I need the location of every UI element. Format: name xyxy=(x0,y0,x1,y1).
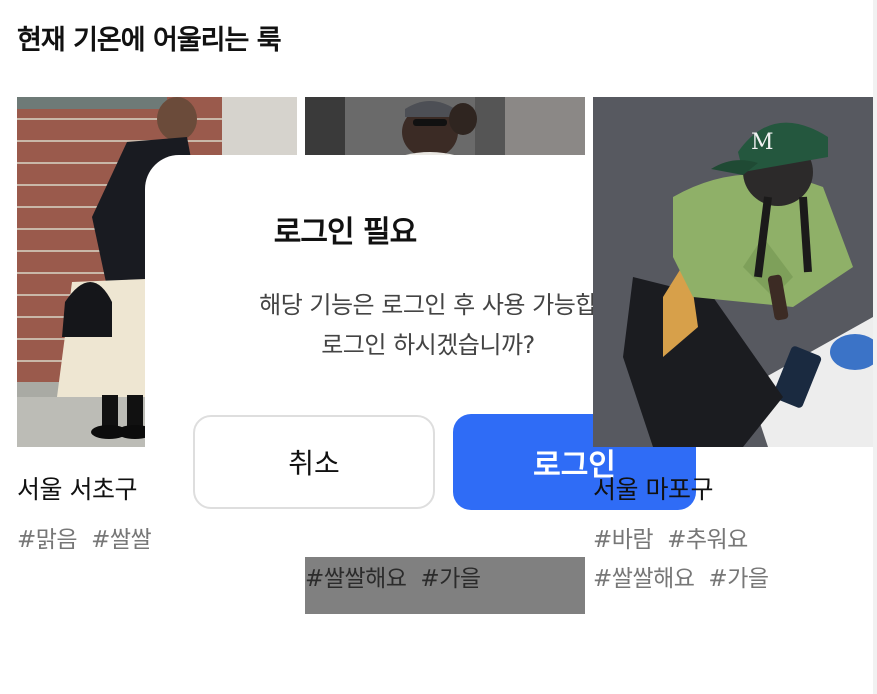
modal-message-line-1: 해당 기능은 로그인 후 사용 가능합 xyxy=(259,291,597,319)
tag[interactable]: #가을 xyxy=(420,566,481,592)
cancel-button[interactable]: 취소 xyxy=(193,415,435,509)
svg-text:M: M xyxy=(751,130,774,155)
look-card-3-tags-row-1: #바람 #추워요 xyxy=(593,520,762,554)
tag[interactable]: #맑음 xyxy=(17,527,78,553)
section-title: 현재 기온에 어울리는 룩 xyxy=(17,25,282,56)
look-card-3-location: 서울 마포구 xyxy=(593,475,713,504)
tag[interactable]: #쌀쌀해요 xyxy=(593,566,695,592)
look-card-1-location: 서울 서초구 xyxy=(17,475,137,504)
scrollbar-track xyxy=(873,0,877,694)
tag[interactable]: #추워요 xyxy=(667,527,748,553)
look-card-3-photo[interactable]: M xyxy=(593,97,873,447)
look-card-1-tags: #맑음 #쌀쌀 xyxy=(17,520,165,554)
look-card-3-tags-row-2: #쌀쌀해요 #가을 xyxy=(593,559,783,593)
tag[interactable]: #가을 xyxy=(708,566,769,592)
tag[interactable]: #쌀쌀해요 xyxy=(305,566,407,592)
modal-message: 해당 기능은 로그인 후 사용 가능합 로그인 하시겠습니까? xyxy=(228,285,628,365)
tag[interactable]: #바람 xyxy=(593,527,654,553)
modal-message-line-2: 로그인 하시겠습니까? xyxy=(321,331,535,359)
look-card-2-tags: #쌀쌀해요 #가을 xyxy=(305,559,495,593)
tag[interactable]: #쌀쌀 xyxy=(91,527,152,553)
